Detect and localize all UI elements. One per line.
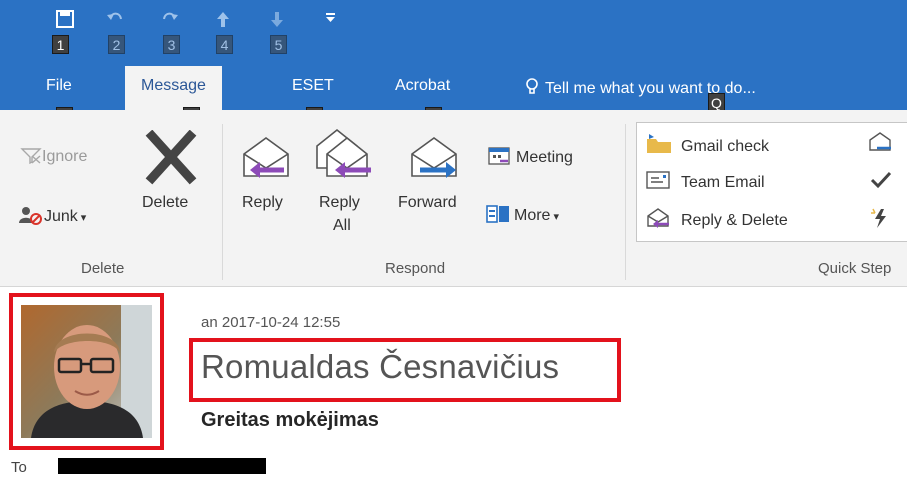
- ribbon: Ignore Junk ▾ Delete Delete Reply Reply A…: [0, 110, 907, 287]
- message-subject: Greitas mokėjimas: [201, 409, 379, 431]
- junk-icon: [19, 207, 42, 225]
- redo-icon: [163, 12, 178, 20]
- customize-qat-button[interactable]: [318, 8, 348, 34]
- quick-step-label: Reply & Delete: [681, 212, 788, 229]
- ignore-icon: [20, 148, 42, 165]
- meeting-button[interactable]: Meeting: [488, 146, 573, 167]
- group-separator: [625, 124, 626, 280]
- quick-step-team-email[interactable]: Team Email: [645, 169, 765, 192]
- tab-file[interactable]: File: [46, 77, 72, 95]
- ribbon-tabs: File Message ESET Acrobat Tell me what y…: [0, 66, 907, 126]
- quick-access-toolbar: 1 2 3 4 5: [0, 0, 907, 66]
- more-button[interactable]: More ▾: [486, 203, 559, 225]
- redacted-recipient: [58, 458, 266, 474]
- delete-x-icon: [145, 130, 197, 185]
- junk-label: Junk: [44, 208, 78, 225]
- more-dropdown-arrow: ▾: [553, 211, 559, 223]
- save-button[interactable]: [50, 8, 80, 34]
- customize-qat-icon: [326, 13, 335, 22]
- respond-group-label: Respond: [385, 260, 446, 277]
- redo-button[interactable]: [155, 8, 185, 34]
- junk-button[interactable]: Junk ▾: [18, 205, 86, 226]
- save-icon: [56, 10, 74, 28]
- keytip-4: 4: [216, 35, 233, 54]
- group-separator: [222, 124, 223, 280]
- more-label: More: [514, 207, 551, 224]
- checkmark-icon: [870, 171, 892, 189]
- junk-dropdown-arrow: ▾: [80, 212, 87, 224]
- undo-button[interactable]: [100, 8, 130, 34]
- lightning-icon: [871, 208, 886, 228]
- quick-step-reply-delete[interactable]: Reply & Delete: [645, 207, 788, 230]
- team-email-icon: [646, 171, 670, 189]
- quick-steps-group-label: Quick Step: [818, 260, 892, 277]
- delete-label: Delete: [142, 194, 189, 211]
- more-icon: [486, 205, 509, 223]
- delete-group-label: Delete: [81, 260, 125, 277]
- quick-step-label: Gmail check: [681, 138, 770, 155]
- quick-step-label: Team Email: [681, 174, 765, 191]
- folder-move-icon: [647, 134, 671, 153]
- reply-all-label-line2: All: [333, 217, 351, 234]
- quick-steps-gallery: Gmail check Team Email Reply & Delete: [636, 122, 907, 242]
- reply-all-icon: [316, 128, 371, 178]
- reply-all-label-line1: Reply: [319, 194, 360, 211]
- up-button[interactable]: [208, 8, 238, 34]
- to-label: To: [11, 459, 27, 476]
- sender-name[interactable]: Romualdas Česnavičius: [201, 348, 559, 386]
- undo-icon: [107, 12, 122, 20]
- lightbulb-icon: [526, 78, 538, 94]
- reply-delete-icon: [647, 208, 669, 228]
- down-button[interactable]: [262, 8, 292, 34]
- ignore-button[interactable]: Ignore: [20, 146, 87, 166]
- reply-icon: [869, 132, 891, 151]
- avatar-photo: [21, 305, 152, 438]
- forward-icon: [411, 137, 457, 178]
- sender-avatar-highlight: [9, 293, 164, 450]
- tab-message[interactable]: Message: [125, 66, 222, 110]
- ignore-label: Ignore: [42, 148, 88, 165]
- keytip-1: 1: [52, 35, 69, 54]
- tab-acrobat[interactable]: Acrobat: [395, 77, 450, 95]
- keytip-5: 5: [270, 35, 287, 54]
- keytip-2: 2: [108, 35, 125, 54]
- forward-label: Forward: [398, 194, 457, 211]
- avatar[interactable]: [21, 305, 152, 438]
- meeting-label: Meeting: [516, 149, 573, 166]
- quick-step-gmail-check[interactable]: Gmail check: [645, 133, 769, 156]
- sender-name-highlight: Romualdas Česnavičius: [189, 338, 621, 402]
- up-arrow-icon: [217, 12, 229, 27]
- message-date: an 2017-10-24 12:55: [201, 314, 341, 331]
- tab-eset[interactable]: ESET: [292, 77, 334, 95]
- reply-icon: [243, 137, 289, 178]
- keytip-3: 3: [163, 35, 180, 54]
- meeting-icon: [488, 147, 510, 165]
- reply-label: Reply: [242, 194, 283, 211]
- down-arrow-icon: [271, 12, 283, 27]
